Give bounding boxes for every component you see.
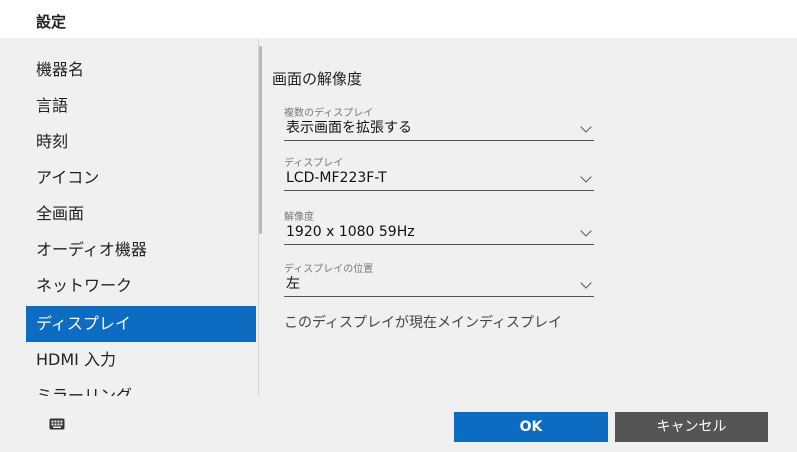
section-title: 画面の解像度 xyxy=(272,70,363,88)
sidebar-item-language[interactable]: 言語 xyxy=(26,88,256,124)
cancel-button[interactable]: キャンセル xyxy=(615,412,768,442)
sidebar-item-device-name[interactable]: 機器名 xyxy=(26,52,256,88)
sidebar-item-fullscreen[interactable]: 全画面 xyxy=(26,196,256,232)
ok-button[interactable]: OK xyxy=(454,412,608,442)
settings-content: 機器名 言語 時刻 アイコン 全画面 オーディオ機器 ネットワーク ディスプレイ… xyxy=(0,38,797,396)
resolution-value: 1920 x 1080 59Hz xyxy=(286,224,415,240)
multiple-displays-label: 複数のディスプレイ xyxy=(284,108,374,119)
sidebar-item-network[interactable]: ネットワーク xyxy=(26,268,256,304)
display-position-value: 左 xyxy=(286,276,300,292)
resolution-label: 解像度 xyxy=(284,212,314,223)
title-bar: 設定 xyxy=(0,0,797,39)
sidebar-item-time[interactable]: 時刻 xyxy=(26,124,256,160)
multiple-displays-value: 表示画面を拡張する xyxy=(286,120,412,136)
sidebar-item-icon[interactable]: アイコン xyxy=(26,160,256,196)
display-position-select[interactable]: 左 xyxy=(284,274,594,297)
footer-bar: OK キャンセル xyxy=(0,396,797,452)
display-value: LCD-MF223F-T xyxy=(286,170,387,186)
window-title: 設定 xyxy=(36,13,67,31)
display-label: ディスプレイ xyxy=(284,158,344,169)
chevron-down-icon xyxy=(580,277,592,289)
main-display-info: このディスプレイが現在メインディスプレイ xyxy=(284,315,563,331)
resolution-select[interactable]: 1920 x 1080 59Hz xyxy=(284,222,594,245)
chevron-down-icon xyxy=(580,225,592,237)
display-select[interactable]: LCD-MF223F-T xyxy=(284,168,594,191)
sidebar-item-hdmi-input[interactable]: HDMI 入力 xyxy=(26,342,256,378)
display-position-label: ディスプレイの位置 xyxy=(284,264,374,275)
sidebar-item-display[interactable]: ディスプレイ xyxy=(26,306,256,342)
keyboard-icon[interactable] xyxy=(49,418,65,430)
sidebar-scrollbar[interactable] xyxy=(259,46,262,234)
sidebar[interactable]: 機器名 言語 時刻 アイコン 全画面 オーディオ機器 ネットワーク ディスプレイ… xyxy=(0,38,258,396)
chevron-down-icon xyxy=(580,171,592,183)
multiple-displays-select[interactable]: 表示画面を拡張する xyxy=(284,118,594,141)
sidebar-item-audio-device[interactable]: オーディオ機器 xyxy=(26,232,256,268)
chevron-down-icon xyxy=(580,121,592,133)
sidebar-item-mirroring[interactable]: ミラーリング xyxy=(26,378,256,396)
